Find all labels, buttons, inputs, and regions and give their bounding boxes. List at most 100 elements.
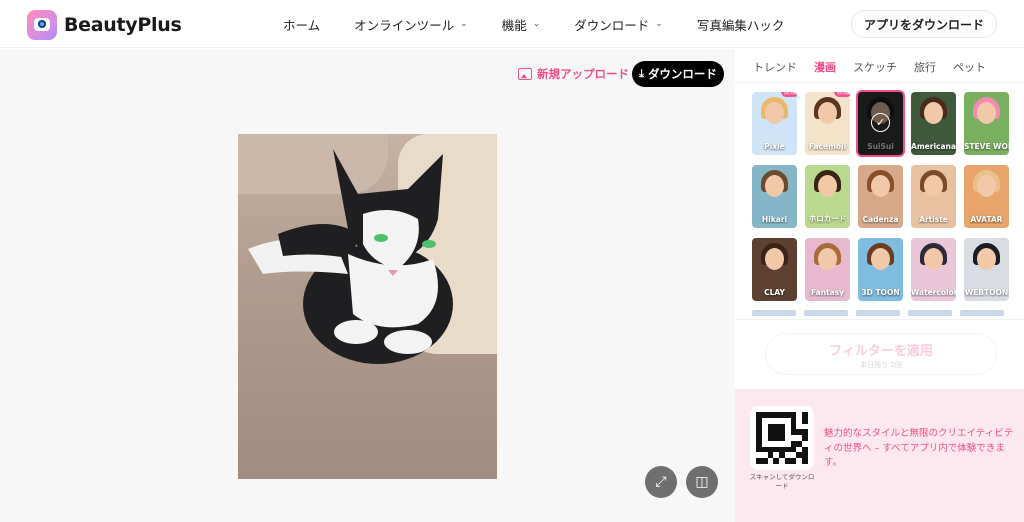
main-nav: ホーム オンラインツール ⌄ 機能 ⌄ ダウンロード ⌄ 写真編集ハック <box>283 0 818 48</box>
style-card-label: Watercolor <box>911 288 956 297</box>
style-grid: Pixie 新規 Facemoji 新規 SuiSui✓ Americana STEVE W… <box>752 92 1009 301</box>
style-card-label: CLAY <box>764 288 785 297</box>
preview-sliver <box>908 310 952 316</box>
style-thumb-face <box>818 248 837 270</box>
style-thumb-face <box>765 248 784 270</box>
style-card[interactable]: Artiste <box>911 165 956 228</box>
download-button[interactable]: ⤓ ダウンロード <box>632 61 724 87</box>
style-card-label: Pixie <box>764 142 785 151</box>
editor-workspace: 新規アップロード ⤓ ダウンロード ⤢ ◫ <box>0 49 735 522</box>
nav-item[interactable]: ダウンロード ⌄ <box>574 15 663 34</box>
qr-code <box>750 406 814 470</box>
camera-logo-icon <box>27 10 57 40</box>
nav-item[interactable]: オンラインツール ⌄ <box>354 15 468 34</box>
chevron-down-icon: ⌄ <box>655 19 663 29</box>
style-panel: トレンド 漫画 スケッチ 旅行 ペット Pixie 新規 Facemoji 新規 SuiSui✓… <box>735 49 1024 389</box>
style-tab[interactable]: トレンド <box>753 59 797 75</box>
style-thumb-face <box>765 175 784 197</box>
style-card-label: 3D TOON <box>861 288 900 297</box>
new-badge: 新規 <box>833 92 850 97</box>
style-tab[interactable]: 旅行 <box>914 59 936 75</box>
preview-sliver <box>804 310 848 316</box>
style-card[interactable]: Cadenza <box>858 165 903 228</box>
style-thumb-face <box>818 175 837 197</box>
new-upload-label: 新規アップロード <box>537 67 629 81</box>
nav-item-label: ダウンロード <box>574 17 650 33</box>
tabs-divider <box>735 82 1024 83</box>
new-badge: 新規 <box>780 92 797 97</box>
check-icon: ✓ <box>871 113 890 132</box>
style-card[interactable]: Pixie 新規 <box>752 92 797 155</box>
style-thumb-face <box>818 102 837 124</box>
nav-item[interactable]: 機能 ⌄ <box>502 15 541 34</box>
apply-filter-button[interactable]: フィルターを適用 本日残り 2回 <box>765 333 997 375</box>
style-card[interactable]: ホロカード <box>805 165 850 228</box>
nav-item[interactable]: 写真編集ハック <box>697 15 785 34</box>
preview-sliver <box>960 310 1004 316</box>
preview-sliver <box>752 310 796 316</box>
nav-item-label: 写真編集ハック <box>696 17 785 33</box>
style-card-label: Cadenza <box>862 215 899 224</box>
preview-sliver <box>856 310 900 316</box>
style-card-label: ホロカード <box>808 214 847 223</box>
qr-code-pattern <box>756 412 808 464</box>
style-card[interactable]: Facemoji 新規 <box>805 92 850 155</box>
compare-icon: ◫ <box>695 474 709 490</box>
style-card-label: Artiste <box>919 215 948 224</box>
nav-item-label: ホーム <box>283 17 321 33</box>
style-thumb-face <box>924 248 943 270</box>
qr-caption: スキャンしてダウンロード <box>749 473 815 491</box>
style-card[interactable]: Watercolor <box>911 238 956 301</box>
chevron-down-icon: ⌄ <box>460 19 468 29</box>
style-thumb-face <box>871 248 890 270</box>
style-thumb-face <box>977 102 996 124</box>
nav-item-label: 機能 <box>501 17 527 33</box>
new-upload-button[interactable]: 新規アップロード <box>518 66 629 82</box>
style-tab[interactable]: ペット <box>953 59 986 75</box>
promo-text: 魅力的なスタイルと無限のクリエイティビティの世界へ – すべてアプリ内で体験でき… <box>824 428 1014 469</box>
style-tab[interactable]: 漫画 <box>814 59 836 75</box>
style-card-label: Americana <box>911 142 956 151</box>
style-card[interactable]: WEBTOON <box>964 238 1009 301</box>
next-row-preview <box>752 310 1004 316</box>
style-card-label: STEVE WORLD <box>964 142 1009 151</box>
cat-illustration <box>248 149 453 364</box>
style-card[interactable]: Fantasy <box>805 238 850 301</box>
brand-name: BeautyPlus <box>64 14 182 36</box>
nav-item[interactable]: ホーム <box>283 15 320 34</box>
style-thumb-face <box>924 175 943 197</box>
apply-filter-label: フィルターを適用 <box>829 344 933 359</box>
style-card[interactable]: 3D TOON <box>858 238 903 301</box>
brand-logo[interactable]: BeautyPlus <box>27 10 182 40</box>
download-icon: ⤓ <box>639 67 644 80</box>
expand-icon: ⤢ <box>655 474 667 490</box>
style-card[interactable]: STEVE WORLD <box>964 92 1009 155</box>
uploaded-photo <box>238 134 497 479</box>
expand-button[interactable]: ⤢ <box>645 466 677 498</box>
style-card[interactable]: AVATAR <box>964 165 1009 228</box>
apply-area: フィルターを適用 本日残り 2回 <box>735 319 1024 389</box>
style-card-label: WEBTOON <box>964 288 1009 297</box>
style-card-label: Facemoji <box>808 142 847 151</box>
style-card[interactable]: SuiSui✓ <box>858 92 903 155</box>
download-label: ダウンロード <box>647 67 717 81</box>
style-thumb-face <box>977 248 996 270</box>
style-thumb-face <box>765 102 784 124</box>
style-tab[interactable]: スケッチ <box>853 59 897 75</box>
compare-button[interactable]: ◫ <box>686 466 718 498</box>
image-upload-icon <box>518 68 532 80</box>
style-card-label: Fantasy <box>810 288 845 297</box>
style-thumb-face <box>924 102 943 124</box>
style-card-label: AVATAR <box>970 215 1003 224</box>
qr-module <box>802 458 808 464</box>
app-promo-banner: スキャンしてダウンロード 魅力的なスタイルと無限のクリエイティビティの世界へ –… <box>735 389 1024 522</box>
app-download-button[interactable]: アプリをダウンロード <box>850 10 997 38</box>
style-card-label: Hikari <box>761 215 788 224</box>
style-card[interactable]: Americana <box>911 92 956 155</box>
style-card[interactable]: Hikari <box>752 165 797 228</box>
style-tabs: トレンド 漫画 スケッチ 旅行 ペット <box>753 59 1003 75</box>
chevron-down-icon: ⌄ <box>532 19 541 29</box>
style-thumb-face <box>871 175 890 197</box>
style-thumb-face <box>977 175 996 197</box>
style-card[interactable]: CLAY <box>752 238 797 301</box>
